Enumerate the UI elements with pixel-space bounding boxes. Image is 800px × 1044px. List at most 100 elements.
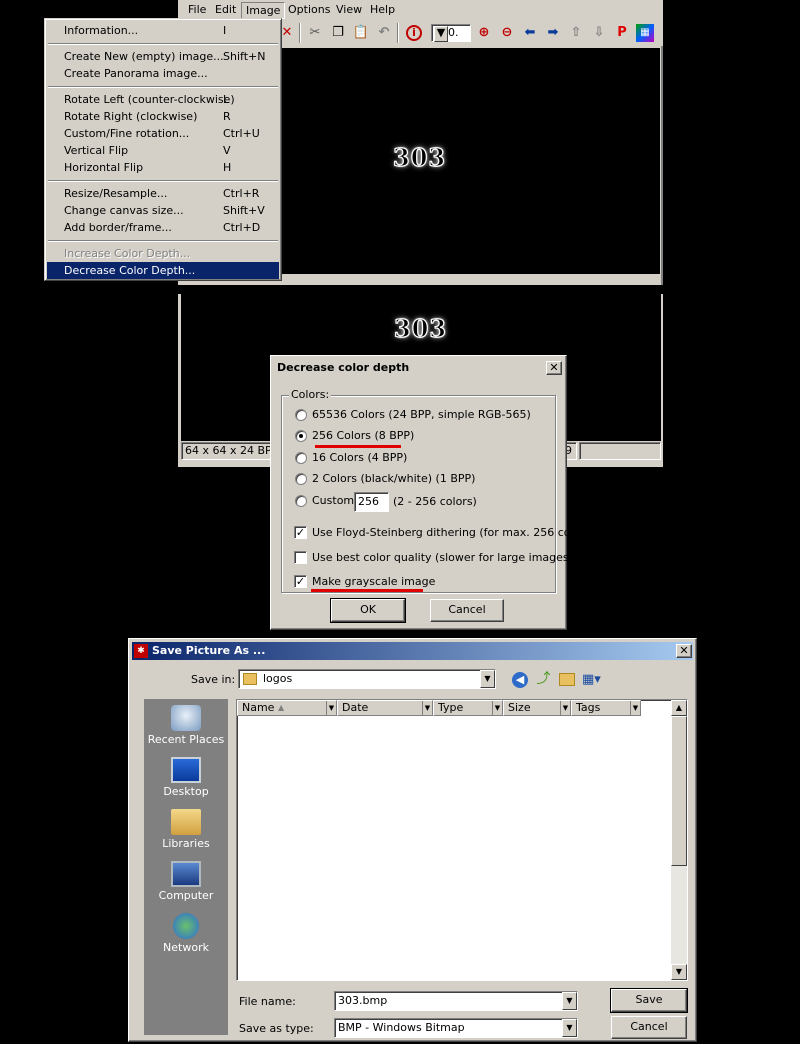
toolbar-separator [299,23,301,43]
menu-item-information[interactable]: Information... I [47,22,279,39]
chevron-down-icon[interactable]: ▼ [480,670,495,688]
save-picture-dialog: Save Picture As ... ✱ ✕ Save in: logos ▼… [128,638,697,1042]
menu-item-create-panorama[interactable]: Create Panorama image... [47,65,279,82]
cancel-button[interactable]: Cancel [430,599,504,622]
zoom-combo[interactable]: 100. ▼ [431,24,471,42]
save-in-value: logos [263,672,293,685]
info-icon[interactable]: i [406,25,422,41]
menu-separator [48,86,278,88]
toolbar-separator [397,23,399,43]
scroll-up-icon[interactable]: ▲ [671,700,687,716]
column-size[interactable]: Size ▼ [503,700,571,716]
save-type-combo[interactable]: BMP - Windows Bitmap ▼ [334,1018,578,1038]
place-recent-places[interactable]: Recent Places [144,705,228,746]
file-name-input[interactable]: 303.bmp ▼ [334,991,578,1011]
save-in-combo[interactable]: logos ▼ [238,669,496,689]
cut-icon[interactable]: ✂ [306,24,324,42]
radio-256-colors[interactable] [295,430,307,442]
menu-view[interactable]: View [332,2,366,19]
menu-separator [48,180,278,182]
menu-item-horizontal-flip[interactable]: Horizontal Flip H [47,159,279,176]
up-folder-icon[interactable]: ⤴ [535,671,552,688]
custom-colors-input[interactable]: 256 [354,492,389,512]
logo-303: 303 [392,142,447,172]
paste-icon[interactable]: 📋 [352,24,370,42]
undo-icon[interactable]: ↶ [375,24,393,42]
vertical-scrollbar[interactable]: ▲ ▼ [671,700,687,980]
annotation-underline [311,589,423,592]
place-desktop[interactable]: Desktop [144,757,228,798]
checkbox-dithering[interactable]: ✓ [294,526,307,539]
scroll-thumb[interactable] [671,716,687,866]
network-icon [173,913,199,939]
radio-2-colors[interactable] [295,473,307,485]
first-image-icon[interactable]: ⇧ [567,24,585,42]
next-image-icon[interactable]: ➡ [544,24,562,42]
place-computer[interactable]: Computer [144,861,228,902]
menu-edit[interactable]: Edit [211,2,240,19]
menu-item-custom-rotation[interactable]: Custom/Fine rotation... Ctrl+U [47,125,279,142]
libraries-icon [171,809,201,835]
save-in-label: Save in: [191,673,236,686]
chevron-down-icon[interactable]: ▼ [560,701,570,715]
column-type[interactable]: Type ▼ [433,700,503,716]
column-name[interactable]: Name ▲ ▼ [237,700,337,716]
menu-options[interactable]: Options [284,2,334,19]
back-icon[interactable]: ◀ [512,672,528,688]
chevron-down-icon[interactable]: ▼ [422,701,432,715]
radio-65536-colors[interactable] [295,409,307,421]
cancel-button[interactable]: Cancel [611,1016,687,1039]
app-logo-icon: ✱ [134,644,148,658]
menu-image[interactable]: Image [241,2,286,19]
places-bar: Recent Places Desktop Libraries Computer… [144,699,228,1035]
zoom-out-icon[interactable]: ⊖ [498,24,516,42]
checkbox-grayscale[interactable]: ✓ [294,575,307,588]
copy-icon[interactable]: ❐ [329,24,347,42]
menu-item-decrease-color-depth[interactable]: Decrease Color Depth... [47,262,279,279]
close-icon[interactable]: ✕ [676,644,692,658]
place-network[interactable]: Network [144,913,228,954]
save-button[interactable]: Save [610,988,688,1013]
menu-help[interactable]: Help [366,2,399,19]
place-libraries[interactable]: Libraries [144,809,228,850]
paint-icon[interactable]: P [613,24,631,42]
effects-icon[interactable]: ▦ [636,24,654,42]
menu-separator [48,240,278,242]
menu-item-rotate-left[interactable]: Rotate Left (counter-clockwise) L [47,91,279,108]
checkbox-best-quality[interactable] [294,551,307,564]
menu-item-canvas-size[interactable]: Change canvas size... Shift+V [47,202,279,219]
menu-file[interactable]: File [184,2,210,19]
radio-label-256: 256 Colors (8 BPP) [312,429,415,442]
chevron-down-icon[interactable]: ▼ [562,1019,577,1037]
view-menu-icon[interactable]: ▦▾ [582,671,606,688]
close-icon[interactable]: ✕ [546,361,562,375]
chevron-down-icon[interactable]: ▼ [434,26,448,42]
last-image-icon[interactable]: ⇩ [590,24,608,42]
zoom-in-icon[interactable]: ⊕ [475,24,493,42]
chevron-down-icon[interactable]: ▼ [562,992,577,1010]
chevron-down-icon[interactable]: ▼ [326,701,336,715]
custom-colors-hint: (2 - 256 colors) [393,495,477,508]
menu-item-resize[interactable]: Resize/Resample... Ctrl+R [47,185,279,202]
file-list[interactable]: Name ▲ ▼ Date ▼ Type ▼ Size ▼ Tags ▼ ▲ ▼ [236,699,688,981]
previous-image-icon[interactable]: ⬅ [521,24,539,42]
menu-item-add-border[interactable]: Add border/frame... Ctrl+D [47,219,279,236]
radio-16-colors[interactable] [295,452,307,464]
file-name-label: File name: [239,995,296,1008]
ok-button[interactable]: OK [330,598,406,623]
radio-custom[interactable] [295,495,307,507]
column-tags[interactable]: Tags ▼ [571,700,641,716]
chevron-down-icon[interactable]: ▼ [492,701,502,715]
dialog-title: Save Picture As ... [132,642,693,660]
annotation-underline [315,445,401,448]
new-folder-icon[interactable] [559,673,575,686]
menu-item-vertical-flip[interactable]: Vertical Flip V [47,142,279,159]
chevron-down-icon[interactable]: ▼ [630,701,640,715]
scroll-down-icon[interactable]: ▼ [671,964,687,980]
menu-item-rotate-right[interactable]: Rotate Right (clockwise) R [47,108,279,125]
checkbox-label-dithering: Use Floyd-Steinberg dithering (for max. … [312,526,595,539]
menu-item-create-new[interactable]: Create New (empty) image... Shift+N [47,48,279,65]
image-menu-dropdown: Information... I Create New (empty) image… [44,18,282,281]
colors-group-label: Colors: [289,388,332,401]
column-date[interactable]: Date ▼ [337,700,433,716]
